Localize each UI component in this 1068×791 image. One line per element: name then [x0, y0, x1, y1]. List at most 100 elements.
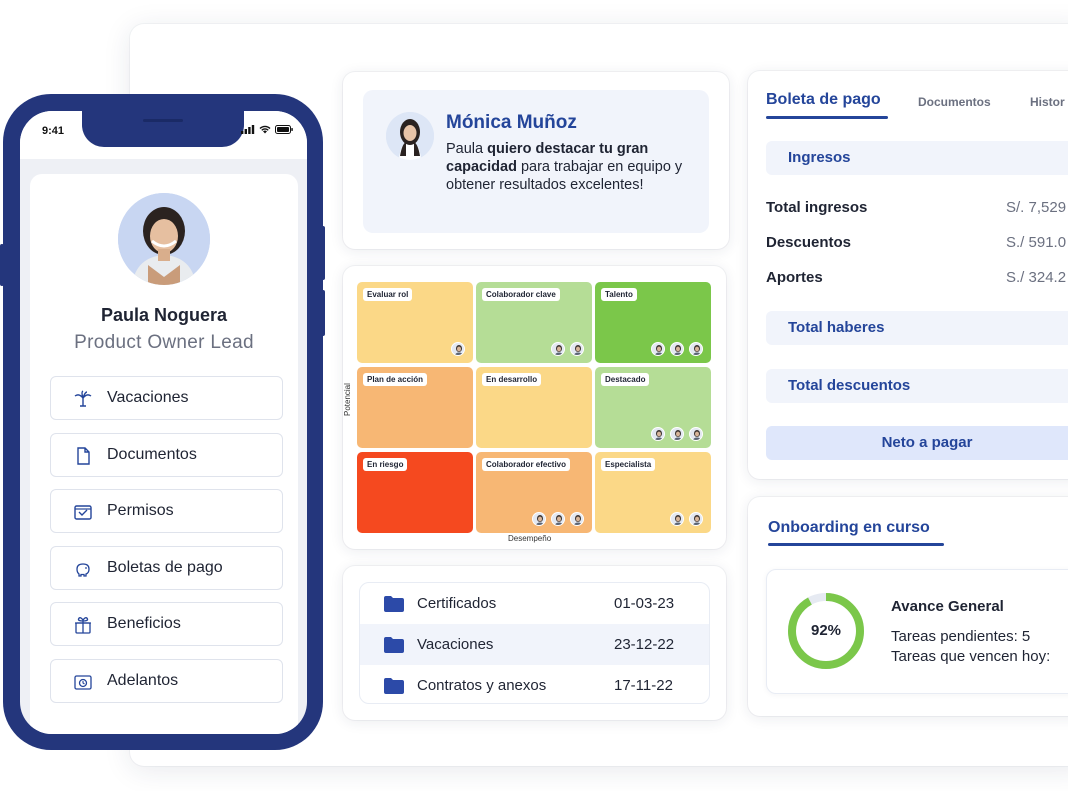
nine-box-cell-label: En desarrollo: [482, 373, 542, 386]
nine-box-cell-label: Destacado: [601, 373, 650, 386]
nine-box-cell-label: En riesgo: [363, 458, 408, 471]
nine-box-cell[interactable]: Colaborador clave: [476, 282, 592, 363]
avatar: [386, 112, 434, 160]
avatar[interactable]: [451, 342, 465, 356]
document-name: Certificados: [417, 595, 497, 612]
nine-box-cell-label: Colaborador clave: [482, 288, 560, 301]
avatar[interactable]: [570, 342, 584, 356]
folder-icon: [384, 595, 404, 612]
nine-box-grid: Evaluar rol Colaborador clave Talento Plan …: [357, 282, 713, 534]
nine-box-avatars: [651, 427, 703, 441]
tab-documentos[interactable]: Documentos: [918, 95, 991, 109]
active-tab-indicator: [766, 116, 888, 119]
phone-side-button: [321, 226, 325, 280]
payroll-card: Boleta de pago Documentos Histor Ingreso…: [748, 71, 1068, 479]
recognition-text: Paula quiero destacar tu gran capacidad …: [446, 140, 686, 194]
signal-icon: [241, 125, 255, 134]
gift-icon: [75, 617, 91, 634]
nine-box-cell-label: Talento: [601, 288, 637, 301]
nine-box-cell[interactable]: Evaluar rol: [357, 282, 473, 363]
avatar[interactable]: [651, 427, 665, 441]
nine-box-avatars: [551, 342, 584, 356]
nine-box-cell-label: Evaluar rol: [363, 288, 413, 301]
folder-icon: [384, 636, 404, 653]
avatar[interactable]: [551, 342, 565, 356]
recognition-message-box: Mónica Muñoz Paula quiero destacar tu gr…: [363, 90, 709, 233]
user-role: Product Owner Lead: [74, 332, 254, 353]
nine-box-cell[interactable]: Plan de acción: [357, 367, 473, 448]
phone-side-button: [321, 290, 325, 336]
list-item[interactable]: Contratos y anexos 17-11-22: [360, 665, 709, 703]
payroll-row-value: S/. 7,529: [1006, 199, 1067, 216]
document-date: 01-03-23: [614, 595, 675, 612]
documents-card: Certificados 01-03-23 Vacaciones 23-12-22 Co…: [343, 566, 726, 720]
menu-item-label: Beneficios: [107, 615, 181, 632]
avatar[interactable]: [532, 512, 546, 526]
x-axis-label: Desempeño: [508, 534, 552, 543]
tasks-due-today: Tareas que vencen hoy:: [891, 648, 1051, 665]
onboarding-card: Onboarding en curso 92% Avance General T…: [748, 497, 1068, 716]
menu-item-adelantos[interactable]: Adelantos: [50, 659, 283, 703]
nine-box-avatars: [532, 512, 584, 526]
nine-box-cell-label: Plan de acción: [363, 373, 428, 386]
menu-item-documentos[interactable]: Documentos: [50, 433, 283, 477]
palm-tree-icon: [74, 390, 92, 407]
document-icon: [77, 447, 90, 465]
status-bar: 9:41: [20, 111, 307, 159]
nine-box-card: Potencial Evaluar rol Colaborador clave Ta…: [343, 266, 726, 549]
avatar[interactable]: [670, 342, 684, 356]
profile-screen: Paula Noguera Product Owner Lead Vacacio…: [30, 174, 298, 734]
payroll-row-label: Total ingresos: [766, 199, 868, 216]
progress-percent: 92%: [810, 622, 842, 639]
ingresos-section[interactable]: Ingresos: [766, 141, 1068, 175]
payroll-row-label: Aportes: [766, 269, 823, 286]
nine-box-cell[interactable]: En riesgo: [357, 452, 473, 533]
user-name: Paula Noguera: [100, 305, 228, 325]
nine-box-cell[interactable]: Talento: [595, 282, 711, 363]
list-item[interactable]: Certificados 01-03-23: [360, 583, 709, 624]
document-name: Contratos y anexos: [417, 677, 547, 694]
avatar[interactable]: [651, 342, 665, 356]
tab-boleta-de-pago[interactable]: Boleta de pago: [766, 91, 881, 109]
avatar[interactable]: [689, 342, 703, 356]
avatar[interactable]: [689, 427, 703, 441]
piggy-bank-icon: [76, 563, 90, 577]
avatar[interactable]: [551, 512, 565, 526]
menu-item-beneficios[interactable]: Beneficios: [50, 602, 283, 646]
phone-notch: [82, 111, 244, 147]
nine-box-cell[interactable]: Especialista: [595, 452, 711, 533]
onboarding-title[interactable]: Onboarding en curso: [768, 519, 930, 537]
avatar[interactable]: [670, 512, 684, 526]
payroll-tabs: Boleta de pago Documentos Histor: [766, 91, 1068, 121]
list-item[interactable]: Vacaciones 23-12-22: [360, 624, 709, 665]
document-date: 17-11-22: [614, 677, 673, 694]
recognition-author: Mónica Muñoz: [446, 112, 577, 133]
avatar[interactable]: [118, 193, 210, 285]
avatar[interactable]: [689, 512, 703, 526]
nine-box-cell[interactable]: En desarrollo: [476, 367, 592, 448]
menu-item-vacaciones[interactable]: Vacaciones: [50, 376, 283, 420]
notch-speaker: [143, 119, 183, 122]
stage: Mónica Muñoz Paula quiero destacar tu gr…: [0, 0, 1068, 791]
cash-clock-icon: [74, 675, 92, 690]
nine-box-cell[interactable]: Colaborador efectivo: [476, 452, 592, 533]
nine-box-avatars: [670, 512, 703, 526]
total-haberes-section[interactable]: Total haberes: [766, 311, 1068, 345]
nine-box-cell[interactable]: Destacado: [595, 367, 711, 448]
neto-a-pagar-button[interactable]: Neto a pagar: [766, 426, 1068, 460]
payroll-row-label: Descuentos: [766, 234, 852, 251]
recognition-card: Mónica Muñoz Paula quiero destacar tu gr…: [343, 72, 729, 249]
avatar[interactable]: [570, 512, 584, 526]
menu-item-permisos[interactable]: Permisos: [50, 489, 283, 533]
payroll-row-value: S./ 324.2: [1006, 269, 1067, 286]
nine-box-cell-label: Especialista: [601, 458, 656, 471]
menu-item-label: Documentos: [107, 446, 197, 463]
battery-icon: [275, 125, 293, 134]
calendar-check-icon: [74, 505, 92, 520]
total-descuentos-section[interactable]: Total descuentos: [766, 369, 1068, 403]
phone-frame: 9:41 Paula Noguera Product Owner Lead Va…: [3, 94, 323, 750]
recognition-text-part: Paula: [446, 141, 488, 157]
tab-historial[interactable]: Histor: [1030, 95, 1065, 109]
menu-item-boletas-de-pago[interactable]: Boletas de pago: [50, 546, 283, 590]
avatar[interactable]: [670, 427, 684, 441]
